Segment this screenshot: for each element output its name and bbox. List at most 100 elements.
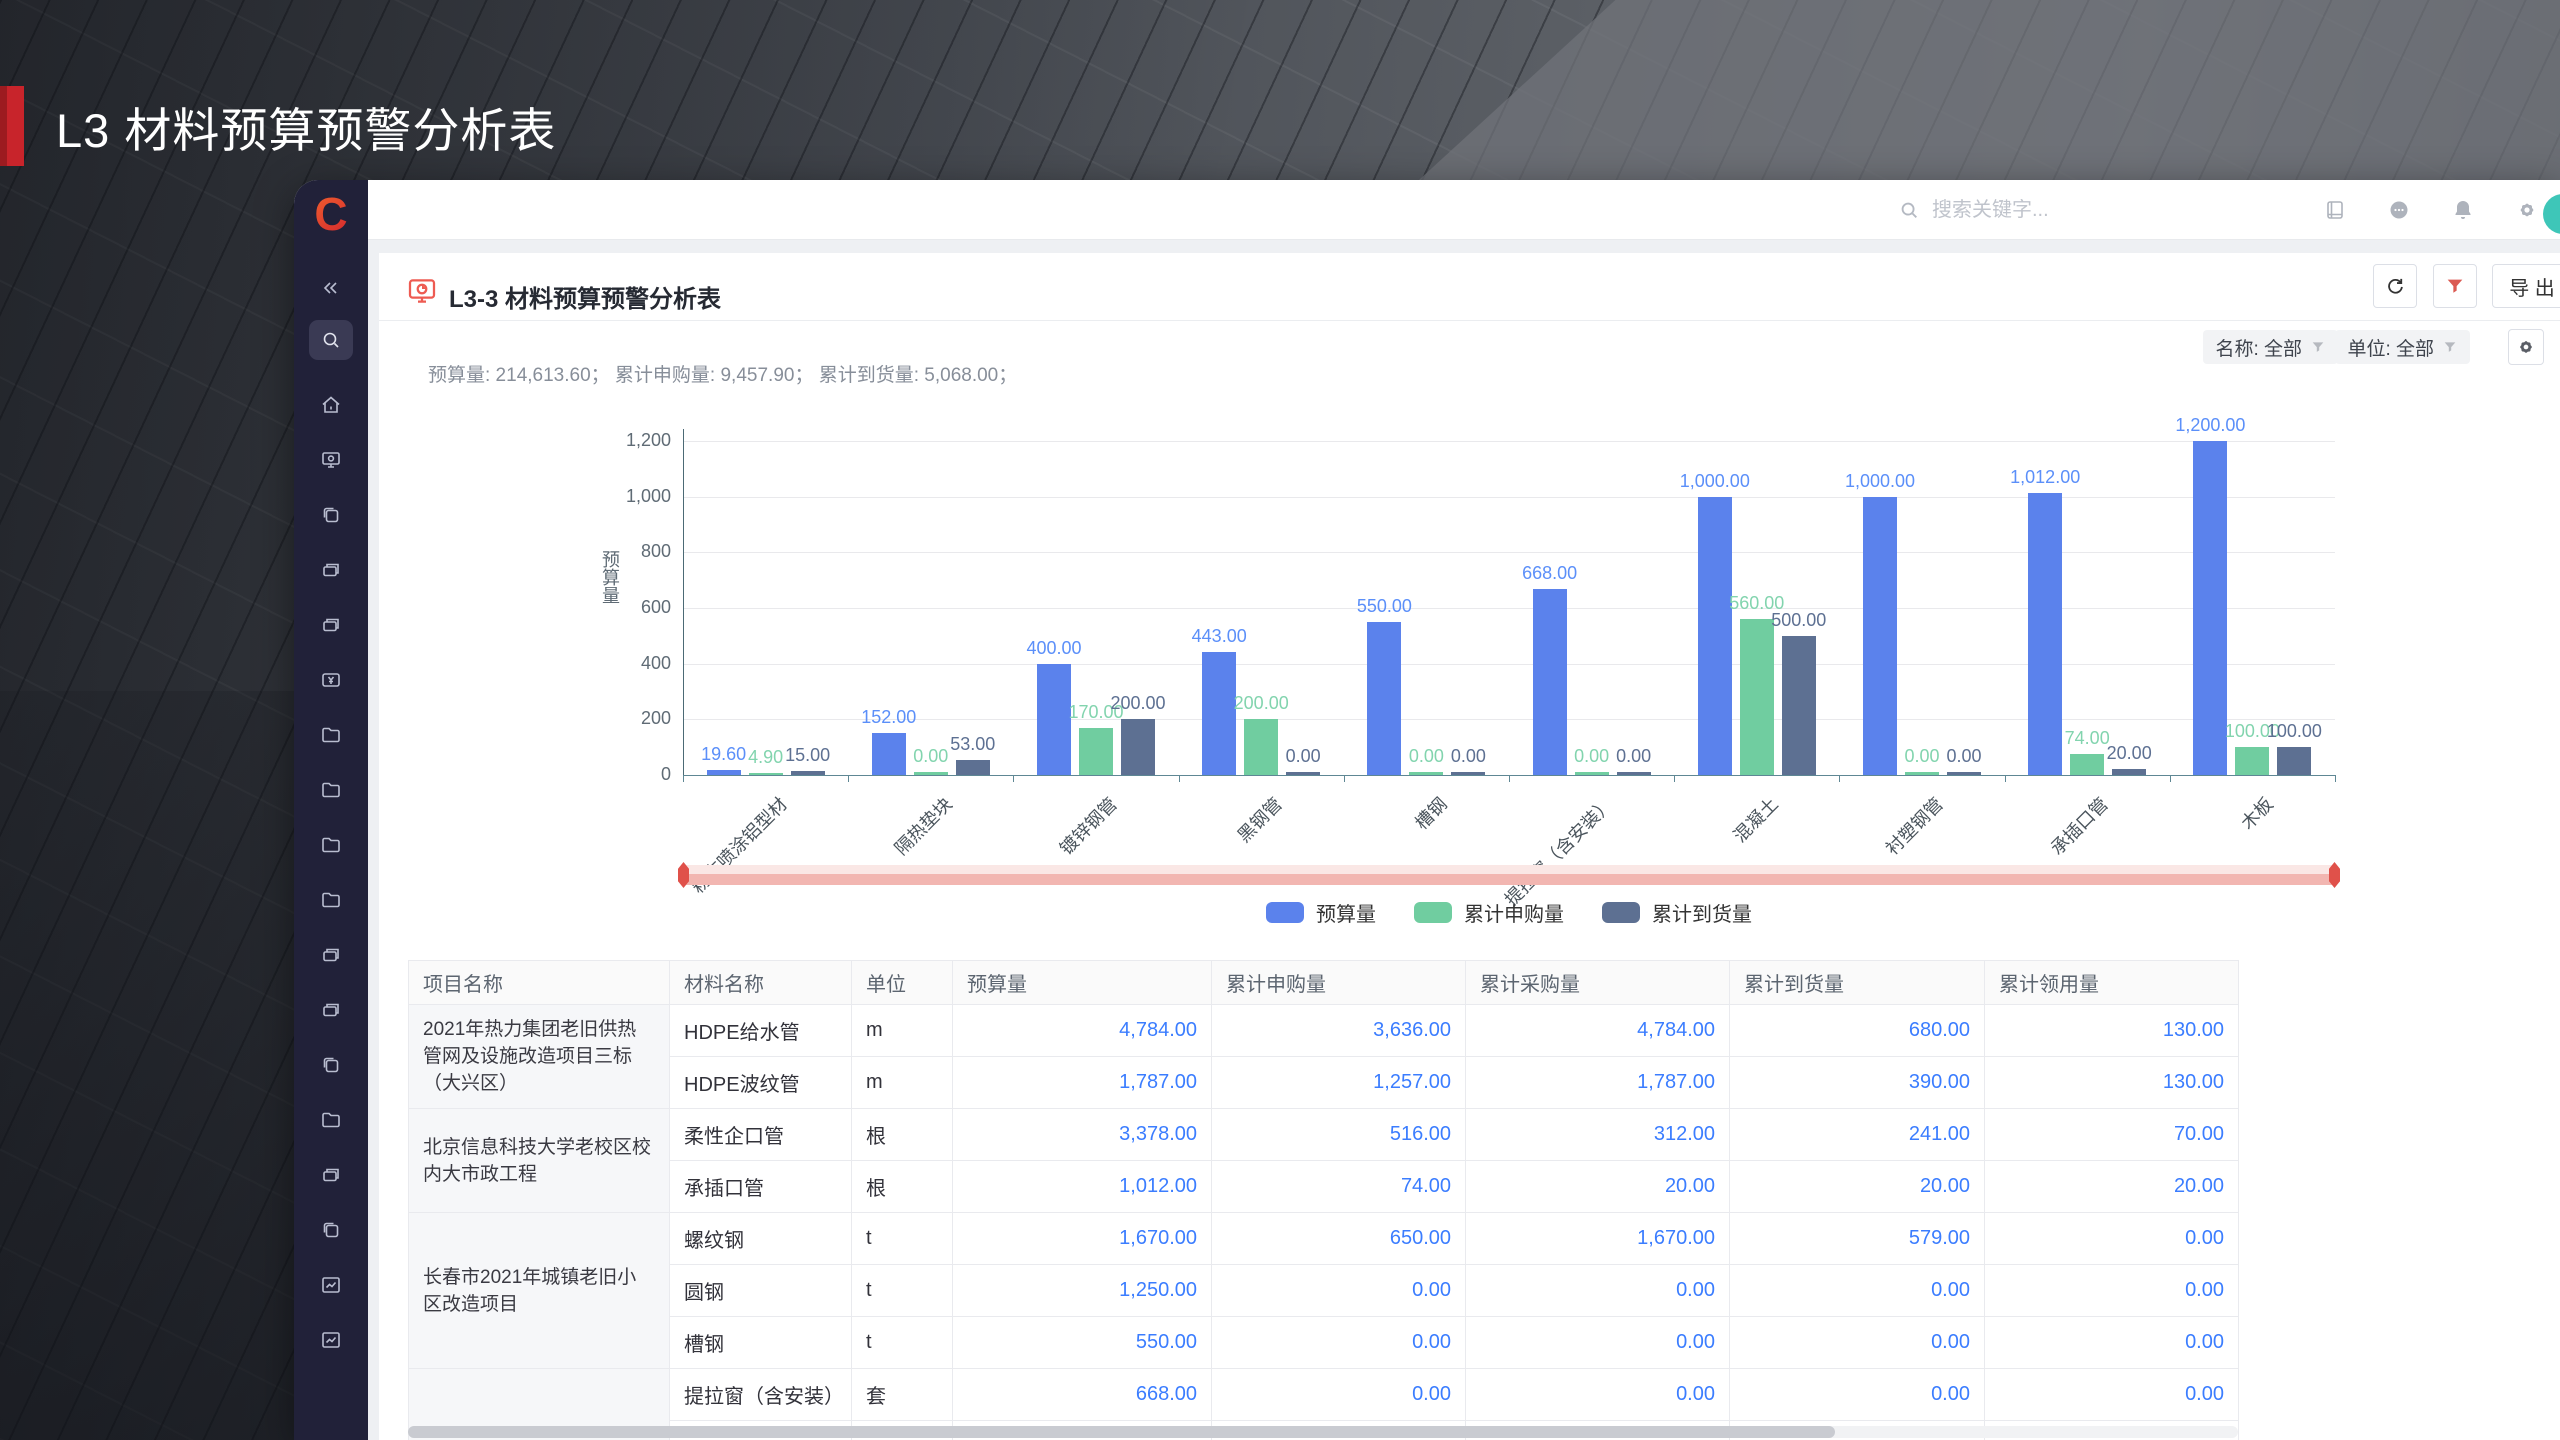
sidebar: C [294,180,368,1440]
bar-value-label: 0.00 [1450,746,1486,766]
sidebar-folder-icon[interactable] [311,825,351,865]
manual-icon[interactable] [2323,198,2347,222]
desktop-background: L3 材料预算预警分析表 C L3-3 材料预算预警分析表 [0,0,2560,1440]
value-cell: 20.00 [1465,1160,1730,1213]
filter-icon [2447,279,2463,293]
value-cell: 0.00 [1465,1264,1730,1317]
value-cell: 74.00 [1211,1160,1466,1213]
y-axis-tick: 1,200 [625,430,671,450]
sidebar-folder-icon[interactable] [311,715,351,755]
user-avatar[interactable] [2543,194,2560,234]
page-heading: L3 材料预算预警分析表 [0,86,556,166]
value-cell: 312.00 [1465,1108,1730,1161]
sidebar-home-icon[interactable] [311,385,351,425]
filter-button[interactable] [2433,264,2477,308]
legend-swatch [1414,902,1452,923]
bar-预算量 [1697,497,1732,775]
y-axis-line [683,429,684,775]
bar-累计到货量 [1781,636,1816,775]
y-axis-tick: 200 [640,708,671,729]
bar-value-label: 4.90 [748,747,784,767]
legend-item[interactable]: 预算量 [1266,898,1376,927]
sidebar-search-icon[interactable] [309,320,353,360]
bar-value-label: 200.00 [1233,693,1289,713]
material-name-cell: 圆钢 [669,1264,852,1317]
export-button[interactable]: 导 出 [2492,264,2560,308]
sidebar-copy-icon[interactable] [311,1210,351,1250]
y-axis-tick: 600 [640,597,671,617]
legend-item[interactable]: 累计到货量 [1602,898,1752,927]
bar-累计申购量 [2070,754,2105,775]
refresh-button[interactable] [2373,264,2417,308]
unit-cell: t [851,1264,953,1317]
background-shadow [0,691,320,1440]
table-settings-button[interactable] [2508,329,2544,365]
scrollbar-thumb[interactable] [408,1426,1836,1438]
background-building [1408,0,2560,190]
bar-预算量 [2028,493,2063,775]
column-header: 单位 [851,960,953,1005]
bar-预算量 [871,733,906,775]
sidebar-folder-icon[interactable] [311,770,351,810]
filter-chip-1[interactable]: 单位: 全部 [2335,330,2470,364]
sidebar-stack-icon[interactable] [311,935,351,975]
sidebar-ticket-icon[interactable] [311,660,351,700]
bar-value-label: 0.00 [1904,746,1940,766]
value-cell: 1,670.00 [952,1212,1212,1265]
table-row: 提拉窗（含安装）套 668.00 0.00 0.00 0.00 0.00 [408,1368,2239,1440]
app-logo-icon[interactable]: C [305,188,357,240]
divider [379,320,2560,321]
sidebar-chart-icon[interactable] [311,1265,351,1305]
material-name-cell: 承插口管 [669,1160,852,1213]
datazoom-slider[interactable] [683,865,2335,885]
sidebar-folder-icon[interactable] [311,880,351,920]
legend-item[interactable]: 累计申购量 [1414,898,1564,927]
unit-cell: 套 [851,1368,953,1421]
value-cell: 1,257.00 [1211,1056,1466,1109]
filter-chip-0[interactable]: 名称: 全部 [2203,330,2338,364]
value-cell: 70.00 [1984,1108,2239,1161]
main-area: L3-3 材料预算预警分析表 导 出 名称: 全部 单位: 全部 预算量: 214… [368,180,2560,1440]
search-input[interactable] [1932,198,2212,222]
table-row: 北京信息科技大学老校区校内大市政工程 柔性企口管根 3,378.00 516.00 31… [408,1108,2239,1213]
bar-value-label: 0.00 [1946,746,1982,766]
value-cell: 0.00 [1211,1264,1466,1317]
value-cell: 20.00 [1729,1160,1985,1213]
sidebar-chart-icon[interactable] [311,1320,351,1360]
value-cell: 0.00 [1465,1368,1730,1421]
horizontal-scrollbar[interactable] [408,1426,2238,1438]
y-axis-label: 预算量 [600,550,620,604]
sidebar-folder-icon[interactable] [311,1100,351,1140]
value-cell: 0.00 [1984,1264,2239,1317]
export-label: 导 出 [2509,277,2555,300]
column-header: 预算量 [952,960,1212,1005]
page-title: L3 材料预算预警分析表 [56,103,557,157]
bar-预算量 [1367,622,1402,775]
chart-legend: 预算量 累计申购量 累计到货量 [683,898,2335,927]
notifications-icon[interactable] [2451,198,2475,222]
app-window: C L3-3 材料预算预警分析表 [294,180,2560,1440]
project-name-cell: 2021年热力集团老旧供热管网及设施改造项目三标（大兴区） [408,1004,670,1109]
sidebar-copy-icon[interactable] [311,495,351,535]
value-cell: 3,636.00 [1211,1004,1466,1057]
legend-label: 预算量 [1316,904,1376,926]
sidebar-stack-icon[interactable] [311,550,351,590]
settings-icon[interactable] [2515,198,2539,222]
bar-value-label: 1,000.00 [1679,471,1750,491]
sidebar-copy-icon[interactable] [311,1045,351,1085]
search-icon [1901,202,1917,218]
sidebar-monitor-icon[interactable] [311,440,351,480]
bar-value-label: 500.00 [1771,610,1827,630]
bar-累计申购量 [1244,719,1279,775]
funnel-icon [2442,339,2458,355]
messages-icon[interactable] [2387,198,2411,222]
sidebar-stack-icon[interactable] [311,605,351,645]
sidebar-stack-icon[interactable] [311,990,351,1030]
table-row: 承插口管根 1,012.00 74.00 20.00 20.00 20.00 [409,1160,2239,1213]
bar-value-label: 100.00 [2224,721,2280,741]
sidebar-stack-icon[interactable] [311,1155,351,1195]
sidebar-collapse-icon[interactable] [311,268,351,308]
global-search[interactable] [1898,180,2212,240]
table-row: 槽钢 t 550.00 0.00 0.00 0.00 0.00 [409,1316,2239,1369]
legend-swatch [1602,902,1640,923]
